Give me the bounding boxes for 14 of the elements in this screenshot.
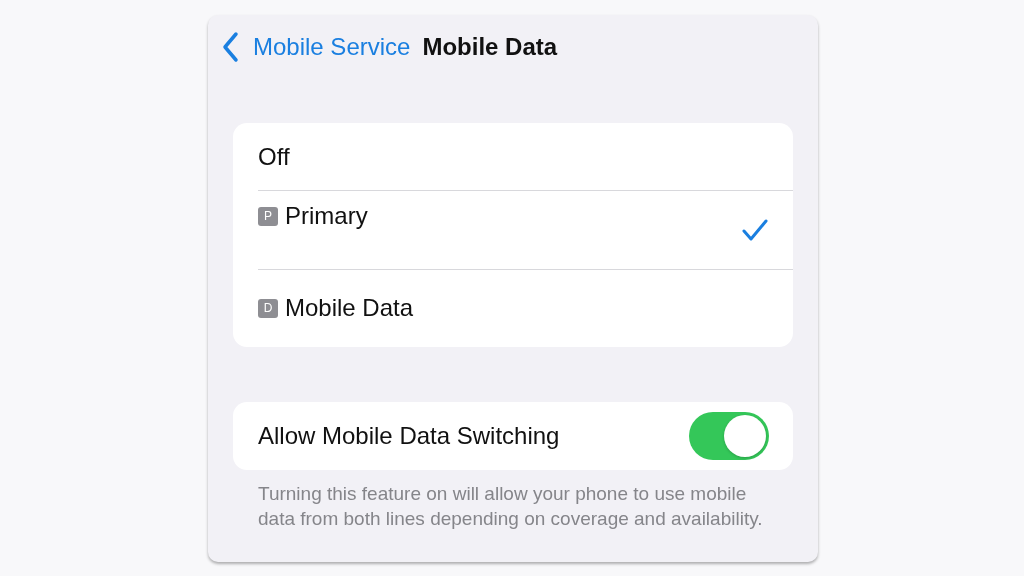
switch-label: Allow Mobile Data Switching [258, 422, 560, 450]
option-label: Mobile Data [285, 294, 414, 322]
option-label: Off [258, 142, 290, 171]
option-label: Primary [285, 202, 368, 230]
option-row[interactable]: D Mobile Data [233, 269, 793, 347]
option-row[interactable]: P Primary [233, 190, 793, 269]
chevron-left-icon [221, 31, 241, 63]
back-button[interactable]: Mobile Service [221, 31, 411, 63]
toggle-switch[interactable] [689, 412, 769, 460]
page-title: Mobile Data [422, 33, 558, 61]
line-badge: P [258, 206, 278, 226]
footer-note: Turning this feature on will allow your phone to use mobile data from both lines depending on coverage and availability. [257, 482, 764, 531]
option-row[interactable]: Off [233, 123, 793, 190]
line-badge: D [258, 298, 278, 318]
